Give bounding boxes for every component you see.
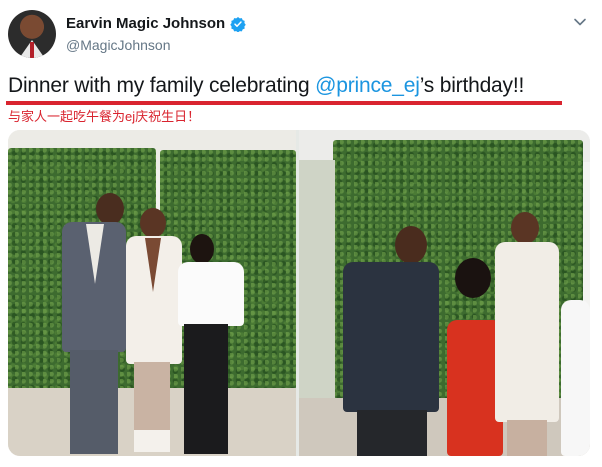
avatar-tie <box>30 42 34 58</box>
author-display-name[interactable]: Earvin Magic Johnson <box>66 15 225 32</box>
tweet-text: Dinner with my family celebrating @princ… <box>8 74 524 98</box>
annotation-underline <box>6 101 562 105</box>
tweet-text-before: Dinner with my family celebrating <box>8 74 316 97</box>
mention-link[interactable]: @prince_ej <box>315 74 420 97</box>
chevron-down-icon[interactable] <box>572 14 588 30</box>
avatar[interactable] <box>8 10 56 58</box>
author-handle[interactable]: @MagicJohnson <box>66 37 171 53</box>
verified-badge-icon <box>230 16 246 32</box>
photo-right[interactable] <box>299 130 590 456</box>
tweet-card: Earvin Magic Johnson @MagicJohnson Dinne… <box>0 0 602 467</box>
photo-left[interactable] <box>8 130 296 456</box>
translation-caption: 与家人一起吃午餐为ej庆祝生日！ <box>8 109 201 124</box>
author-name-row: Earvin Magic Johnson <box>66 15 246 32</box>
media-grid <box>8 130 590 456</box>
tweet-text-after: ’s birthday!! <box>419 74 525 97</box>
